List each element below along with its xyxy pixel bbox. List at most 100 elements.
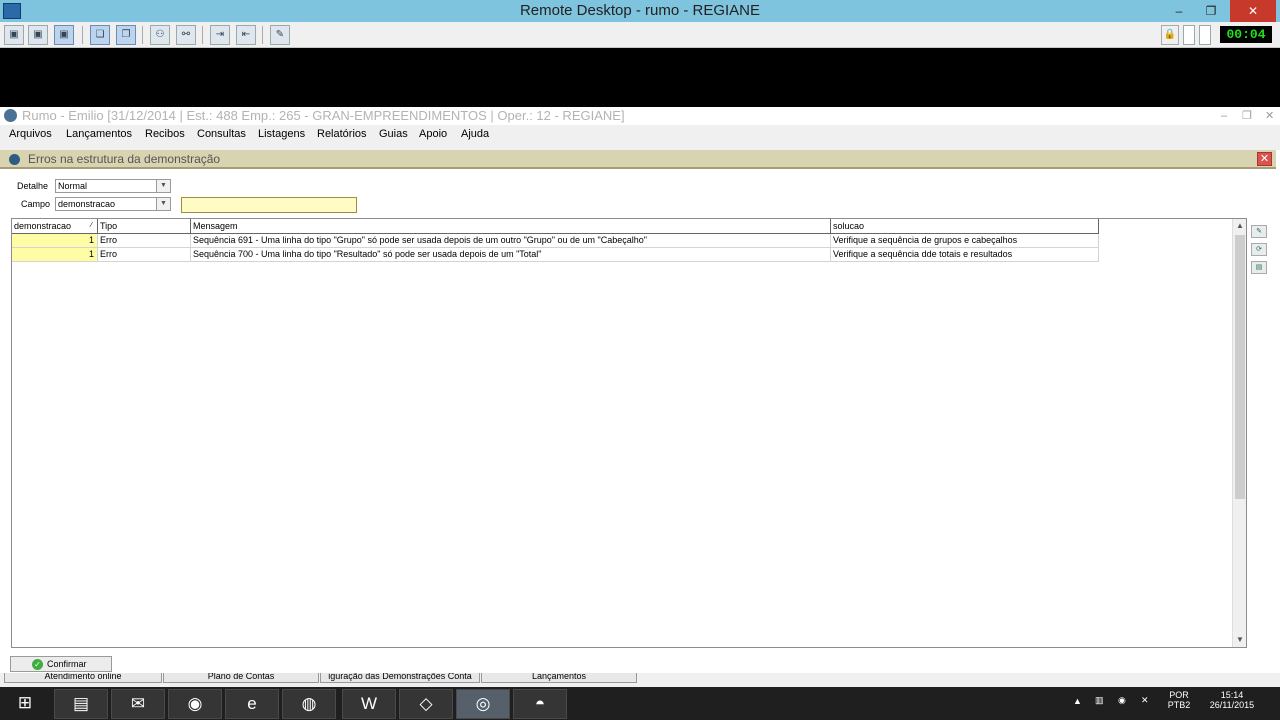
network-icon[interactable]: ⚇ (150, 25, 170, 45)
cell-mensagem[interactable]: Sequência 691 - Uma linha do tipo "Grupo… (191, 234, 831, 248)
language-indicator[interactable]: POR PTB2 (1162, 690, 1196, 710)
cell-solucao[interactable]: Verifique a sequência dde totais e resul… (831, 248, 1099, 262)
cell-solucao[interactable]: Verifique a sequência de grupos e cabeça… (831, 234, 1099, 248)
sort-icon: ⁄ (90, 222, 92, 229)
scroll-down-icon[interactable]: ▼ (1233, 633, 1247, 647)
column-header-demonstracao[interactable]: demonstracao ⁄ (12, 219, 98, 234)
internet-explorer-icon[interactable]: e (225, 689, 279, 719)
scroll-up-icon[interactable]: ▲ (1233, 219, 1247, 233)
security-tray-icon[interactable]: ◉ (1118, 695, 1126, 706)
network-tray-icon[interactable]: ▥ (1095, 695, 1104, 706)
menu-consultas[interactable]: Consultas (197, 128, 246, 140)
cell-mensagem[interactable]: Sequência 700 - Uma linha do tipo "Resul… (191, 248, 831, 262)
vertical-scrollbar[interactable]: ▲ ▼ (1232, 219, 1246, 647)
campo-select[interactable]: demonstracao ▼ (55, 197, 171, 211)
screen-close-icon[interactable]: ▣ (28, 25, 48, 45)
screen-icon[interactable]: ▣ (4, 25, 24, 45)
session-timer: 00:04 (1220, 26, 1272, 43)
menubar: Arquivos Lançamentos Recibos Consultas L… (0, 125, 1280, 145)
document-tabs: Atendimento online Plano de Contas igura… (0, 673, 1280, 687)
remote-desktop-toolbar: ▣ ▣ ▣ ❏ ❐ ⚇ ⚯ ⇥ ⇤ ✎ 🔒 00:04 (0, 22, 1280, 48)
menu-ajuda[interactable]: Ajuda (461, 128, 489, 140)
volume-muted-icon[interactable]: ✕ (1141, 695, 1149, 706)
restore-icon[interactable]: ❐ (1195, 0, 1227, 22)
tab-plano-contas[interactable]: Plano de Contas (163, 673, 319, 683)
form-close-icon[interactable]: ✕ (1257, 152, 1272, 166)
firefox-icon[interactable]: ◍ (282, 689, 336, 719)
app-logo-icon (4, 109, 17, 122)
cell-tipo[interactable]: Erro (98, 248, 191, 262)
sticky-notes-icon[interactable]: ◇ (399, 689, 453, 719)
chevron-down-icon[interactable]: ▼ (156, 180, 170, 192)
indicator-icon (1183, 25, 1195, 45)
indicator-icon (1199, 25, 1211, 45)
connect-icon[interactable]: ⚯ (176, 25, 196, 45)
language-secondary: PTB2 (1167, 700, 1191, 710)
menu-guias[interactable]: Guias (379, 128, 408, 140)
word-icon[interactable]: W (342, 689, 396, 719)
file-explorer-icon[interactable]: ▤ (54, 689, 108, 719)
menu-recibos[interactable]: Recibos (145, 128, 185, 140)
import-icon[interactable]: ⇤ (236, 25, 256, 45)
cell-demonstracao[interactable]: 1 (12, 234, 98, 248)
taskbar: ⊞ ▤ ✉ ◉ e ◍ W ◇ ◎ ◓ ▲ ▥ ◉ ✕ POR PTB2 15:… (0, 687, 1280, 720)
search-input[interactable] (181, 197, 357, 213)
scroll-thumb[interactable] (1235, 235, 1245, 499)
print-icon[interactable]: ▤ (1251, 261, 1267, 274)
detalhe-label: Detalhe (17, 181, 49, 191)
errors-grid: demonstracao ⁄ Tipo Mensagem solucao 1 Er… (11, 218, 1247, 648)
app-minimize-icon[interactable]: – (1221, 107, 1227, 125)
remote-desktop-icon[interactable]: ◓ (513, 689, 567, 719)
screen: Remote Desktop - rumo - REGIANE – ❐ ✕ ▣ … (0, 0, 1280, 720)
column-header-tipo[interactable]: Tipo (98, 219, 191, 234)
copy-icon[interactable]: ❏ (90, 25, 110, 45)
windows-start-icon[interactable]: ⊞ (0, 689, 50, 719)
app-titlebar: Rumo - Emilio [31/12/2014 | Est.: 488 Em… (0, 107, 1280, 125)
tab-lancamentos[interactable]: Lançamentos (481, 673, 637, 683)
toolbar-separator (202, 26, 203, 44)
toolbar-separator (82, 26, 83, 44)
application-window: Rumo - Emilio [31/12/2014 | Est.: 488 Em… (0, 107, 1280, 687)
language-primary: POR (1169, 690, 1189, 700)
form-titlebar: Erros na estrutura da demonstração ✕ (0, 150, 1276, 169)
remote-desktop-titlebar: Remote Desktop - rumo - REGIANE – ❐ ✕ (0, 0, 1280, 22)
toolbar-separator (142, 26, 143, 44)
edit-icon[interactable]: ✎ (1251, 225, 1267, 238)
rumo-app-icon[interactable]: ◎ (456, 689, 510, 719)
refresh-icon[interactable]: ⟳ (1251, 243, 1267, 256)
campo-value: demonstracao (58, 199, 116, 209)
chevron-down-icon[interactable]: ▼ (156, 198, 170, 210)
menu-relatorios[interactable]: Relatórios (317, 128, 367, 140)
paste-icon[interactable]: ❐ (116, 25, 136, 45)
detalhe-select[interactable]: Normal ▼ (55, 179, 171, 193)
fullscreen-icon[interactable]: ▣ (54, 25, 74, 45)
cell-demonstracao[interactable]: 1 (12, 248, 98, 262)
column-header-label: demonstracao (14, 221, 72, 231)
column-header-mensagem[interactable]: Mensagem (191, 219, 831, 234)
clock[interactable]: 15:14 26/11/2015 (1200, 690, 1264, 710)
clock-time: 15:14 (1220, 690, 1244, 700)
minimize-icon[interactable]: – (1163, 0, 1195, 22)
chrome-icon[interactable]: ◉ (168, 689, 222, 719)
disconnect-icon[interactable]: ✎ (270, 25, 290, 45)
menu-arquivos[interactable]: Arquivos (9, 128, 52, 140)
menu-apoio[interactable]: Apoio (419, 128, 447, 140)
column-header-solucao[interactable]: solucao (831, 219, 1099, 234)
tab-configuracao[interactable]: iguração das Demonstrações Conta (320, 673, 480, 683)
menu-lancamentos[interactable]: Lançamentos (66, 128, 132, 140)
close-icon[interactable]: ✕ (1230, 0, 1276, 22)
tab-atendimento[interactable]: Atendimento online (4, 673, 162, 683)
export-icon[interactable]: ⇥ (210, 25, 230, 45)
confirm-button[interactable]: ✓ Confirmar (10, 656, 112, 672)
app-close-icon[interactable]: ✕ (1265, 107, 1274, 125)
app-restore-icon[interactable]: ❐ (1242, 107, 1252, 125)
toolbar-separator (262, 26, 263, 44)
outlook-icon[interactable]: ✉ (111, 689, 165, 719)
detalhe-value: Normal (58, 181, 88, 191)
menu-listagens[interactable]: Listagens (258, 128, 305, 140)
tray-expand-icon[interactable]: ▲ (1073, 696, 1082, 706)
remote-desktop-title: Remote Desktop - rumo - REGIANE (519, 2, 761, 19)
app-title: Rumo - Emilio [31/12/2014 | Est.: 488 Em… (22, 108, 625, 123)
lock-icon[interactable]: 🔒 (1161, 25, 1179, 45)
cell-tipo[interactable]: Erro (98, 234, 191, 248)
